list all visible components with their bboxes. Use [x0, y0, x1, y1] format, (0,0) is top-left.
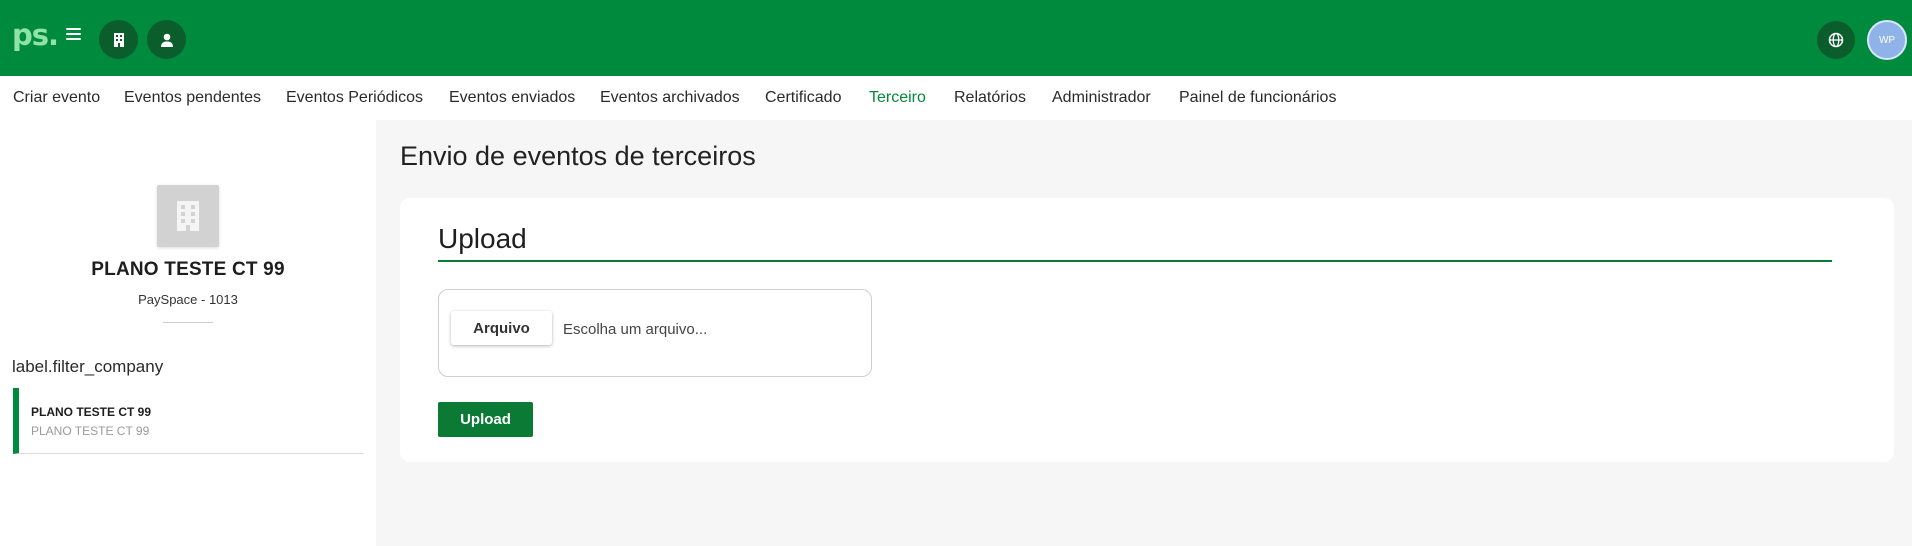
user-button[interactable]	[147, 20, 186, 59]
nav-item-relatorios[interactable]: Relatórios	[954, 89, 1026, 107]
company-logo	[157, 185, 219, 247]
nav-item-eventos-archivados[interactable]: Eventos archivados	[600, 89, 740, 107]
file-placeholder: Escolha um arquivo...	[563, 321, 708, 338]
page-title: Envio de eventos de terceiros	[400, 141, 756, 171]
upload-card: Upload Arquivo Escolha um arquivo... Upl…	[400, 198, 1894, 462]
sidebar: PLANO TESTE CT 99 PaySpace - 1013 label.…	[0, 120, 376, 546]
nav-item-eventos-enviados[interactable]: Eventos enviados	[449, 89, 575, 107]
main-nav: Criar evento Eventos pendentes Eventos P…	[0, 76, 1912, 120]
filter-company-label: label.filter_company	[12, 357, 164, 376]
nav-item-administrador[interactable]: Administrador	[1052, 89, 1151, 107]
avatar[interactable]: WP	[1867, 20, 1907, 60]
choose-file-button[interactable]: Arquivo	[451, 311, 552, 345]
nav-item-certificado[interactable]: Certificado	[765, 89, 841, 107]
divider	[163, 322, 213, 323]
globe-icon	[1828, 32, 1844, 48]
building-icon	[113, 32, 124, 47]
company-subtitle: PaySpace - 1013	[138, 292, 238, 307]
company-button[interactable]	[99, 20, 138, 59]
nav-item-eventos-pendentes[interactable]: Eventos pendentes	[124, 89, 261, 107]
language-button[interactable]	[1817, 21, 1855, 59]
file-input[interactable]: Arquivo Escolha um arquivo...	[438, 289, 872, 377]
company-item-subtitle: PLANO TESTE CT 99	[31, 424, 150, 438]
upload-button[interactable]: Upload	[438, 402, 533, 437]
nav-item-painel-de-funcionarios[interactable]: Painel de funcionários	[1179, 89, 1336, 107]
nav-item-criar-evento[interactable]: Criar evento	[13, 89, 100, 107]
user-icon	[160, 33, 173, 47]
menu-icon[interactable]	[66, 28, 81, 40]
company-item-title: PLANO TESTE CT 99	[31, 405, 152, 419]
nav-item-eventos-periodicos[interactable]: Eventos Periódicos	[286, 89, 423, 107]
section-title: Upload	[438, 223, 527, 254]
top-bar: ps. WP	[0, 0, 1912, 76]
company-name: PLANO TESTE CT 99	[91, 259, 285, 280]
app-logo[interactable]: ps.	[12, 18, 59, 52]
company-list-item[interactable]: PLANO TESTE CT 99 PLANO TESTE CT 99	[13, 388, 364, 454]
section-divider	[438, 260, 1832, 262]
nav-item-terceiro[interactable]: Terceiro	[869, 89, 926, 107]
building-icon	[177, 201, 199, 231]
